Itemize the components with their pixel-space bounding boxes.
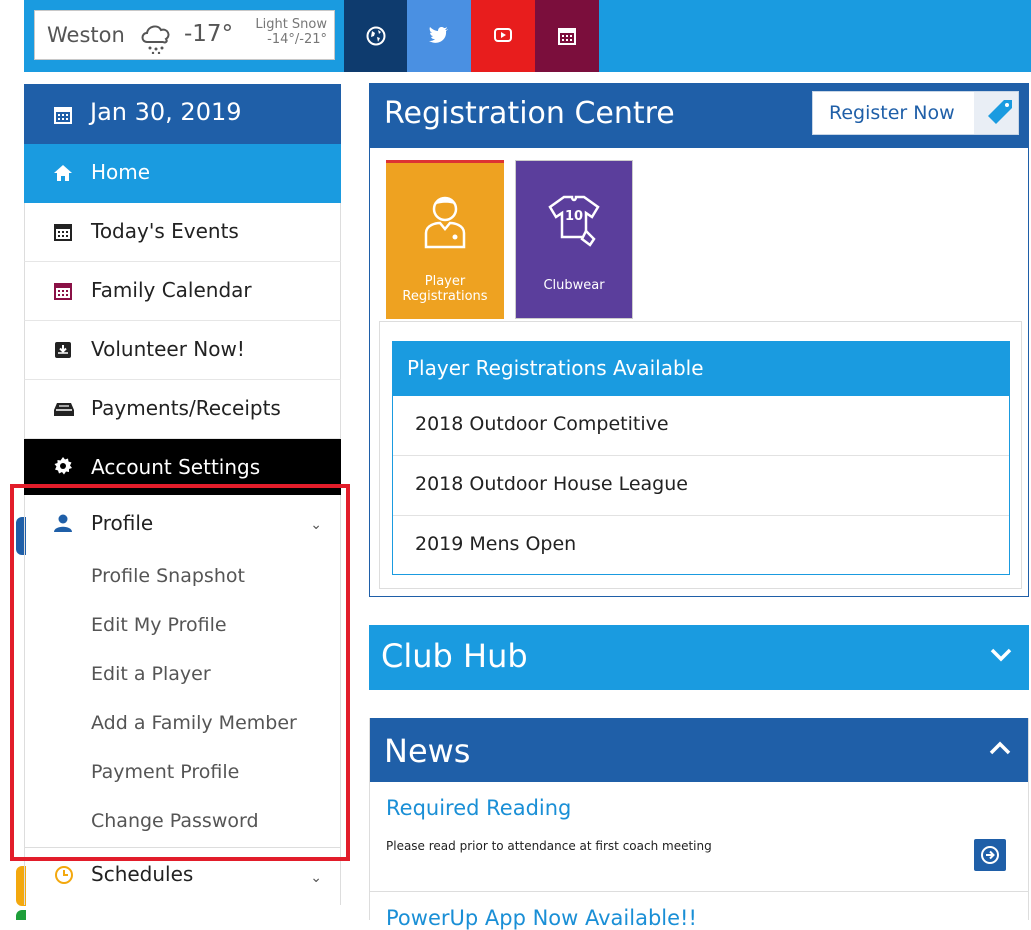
sidebar-item-volunteer[interactable]: Volunteer Now! [24,321,341,380]
tile-label-line1: Player [424,274,466,289]
sidebar-date: Jan 30, 2019 [24,84,341,144]
calendar-icon [53,105,73,129]
chevron-down-icon: ⌄ [310,517,322,533]
sidebar: Jan 30, 2019 Home Today's Events Family … [24,84,341,905]
sidebar-subitem-label: Add a Family Member [91,712,297,734]
player-icon [422,193,468,253]
sidebar-item-todays-events[interactable]: Today's Events [24,203,341,262]
calendar-button[interactable] [535,0,599,72]
sidebar-subitem-profile-snapshot[interactable]: Profile Snapshot [24,553,341,602]
registrations-available-title: Player Registrations Available [407,356,704,380]
news-item-description: Please read prior to attendance at first… [386,839,712,853]
sidebar-subitem-label: Edit a Player [91,663,211,685]
news-item: Required Reading Please read prior to at… [370,782,1028,892]
list-item-label: 2018 Outdoor Competitive [415,413,669,435]
arrow-right-circle-icon [981,846,999,864]
youtube-button[interactable] [471,0,535,72]
list-item[interactable]: 2018 Outdoor Competitive [393,396,1009,456]
sidebar-item-label: Home [91,160,151,184]
sidebar-subitem-label: Edit My Profile [91,614,227,636]
list-item-label: 2019 Mens Open [415,533,577,555]
news-item-title[interactable]: PowerUp App Now Available!! [386,906,697,930]
inbox-download-icon [53,340,73,365]
weather-range: -14°/-21° [267,32,327,47]
weather-widget: Weston -17° Light Snow -14°/-21° [34,10,335,60]
news-title: News [384,732,471,770]
twitter-button[interactable] [407,0,471,72]
clubwear-tile[interactable]: 10 Clubwear [515,160,633,319]
sidebar-item-label: Volunteer Now! [91,337,245,361]
registration-title: Registration Centre [384,96,675,131]
sidebar-item-label: Family Calendar [91,278,252,302]
register-now-button[interactable]: Register Now [812,91,1019,135]
calendar-icon [53,222,73,247]
sidebar-subitem-label: Change Password [91,810,259,832]
club-hub-title: Club Hub [381,637,528,675]
sidebar-subitem-edit-a-player[interactable]: Edit a Player [24,651,341,700]
registrations-available-list: Player Registrations Available 2018 Outd… [392,341,1010,575]
home-icon [53,163,73,187]
jersey-number: 10 [565,209,583,224]
jersey-icon: 10 [546,193,602,253]
sidebar-subitem-edit-my-profile[interactable]: Edit My Profile [24,602,341,651]
tag-icon [974,92,1018,134]
calendar-icon [53,281,73,306]
list-item-label: 2018 Outdoor House League [415,473,688,495]
sidebar-item-profile[interactable]: Profile ⌄ [24,495,341,553]
top-bar: Weston -17° Light Snow -14°/-21° [24,0,1031,72]
weather-condition-text: Light Snow [255,17,327,32]
current-date: Jan 30, 2019 [90,98,242,126]
registration-centre-panel: Registration Centre Register Now Player … [369,83,1029,597]
sidebar-subitem-label: Profile Snapshot [91,565,245,587]
website-button[interactable] [344,0,407,72]
weather-city: Weston [47,23,125,47]
tile-label-line2: Registrations [402,289,488,304]
sidebar-item-label: Payments/Receipts [91,396,281,420]
registration-tab-panel: Player Registrations Available 2018 Outd… [379,321,1022,589]
news-header[interactable]: News [370,718,1028,782]
chevron-down-icon: ⌄ [310,870,322,886]
weather-temperature: -17° [184,21,234,47]
list-item[interactable]: 2018 Outdoor House League [393,456,1009,516]
youtube-icon [494,28,512,42]
sidebar-item-label: Account Settings [91,455,261,479]
sidebar-subitem-add-family-member[interactable]: Add a Family Member [24,700,341,749]
news-item-title[interactable]: Required Reading [386,796,571,820]
sidebar-item-label: Schedules [91,862,194,886]
chevron-up-icon [988,740,1012,760]
register-now-label: Register Now [829,102,955,124]
calendar-icon [558,28,576,45]
sidebar-item-schedules[interactable]: Schedules ⌄ [24,847,341,905]
sidebar-subitem-change-password[interactable]: Change Password [24,798,341,847]
chevron-down-icon [989,647,1013,667]
sidebar-subitem-label: Payment Profile [91,761,240,783]
twitter-icon [429,27,448,43]
next-section-accent [16,910,26,920]
sidebar-item-label: Profile [91,511,154,535]
gear-icon [53,456,73,481]
sidebar-item-label: Today's Events [91,219,239,243]
sidebar-item-home[interactable]: Home [24,144,341,203]
user-icon [53,513,73,538]
clock-icon [54,865,74,890]
list-item[interactable]: 2019 Mens Open [393,516,1009,575]
sidebar-subitem-payment-profile[interactable]: Payment Profile [24,749,341,798]
globe-icon [366,26,386,46]
news-open-button[interactable] [974,839,1006,871]
tray-icon [53,399,75,423]
sidebar-item-family-calendar[interactable]: Family Calendar [24,262,341,321]
sidebar-item-payments[interactable]: Payments/Receipts [24,380,341,439]
tile-label-line1: Clubwear [543,278,605,293]
player-registrations-tile[interactable]: Player Registrations [386,160,504,319]
registrations-available-header: Player Registrations Available [393,342,1009,396]
sidebar-item-account-settings[interactable]: Account Settings [24,439,341,495]
registration-header: Registration Centre Register Now [370,84,1028,148]
snow-cloud-icon [138,20,174,58]
weather-condition: Light Snow -14°/-21° [255,17,327,47]
club-hub-header[interactable]: Club Hub [369,625,1029,690]
news-panel: News Required Reading Please read prior … [369,718,1029,930]
